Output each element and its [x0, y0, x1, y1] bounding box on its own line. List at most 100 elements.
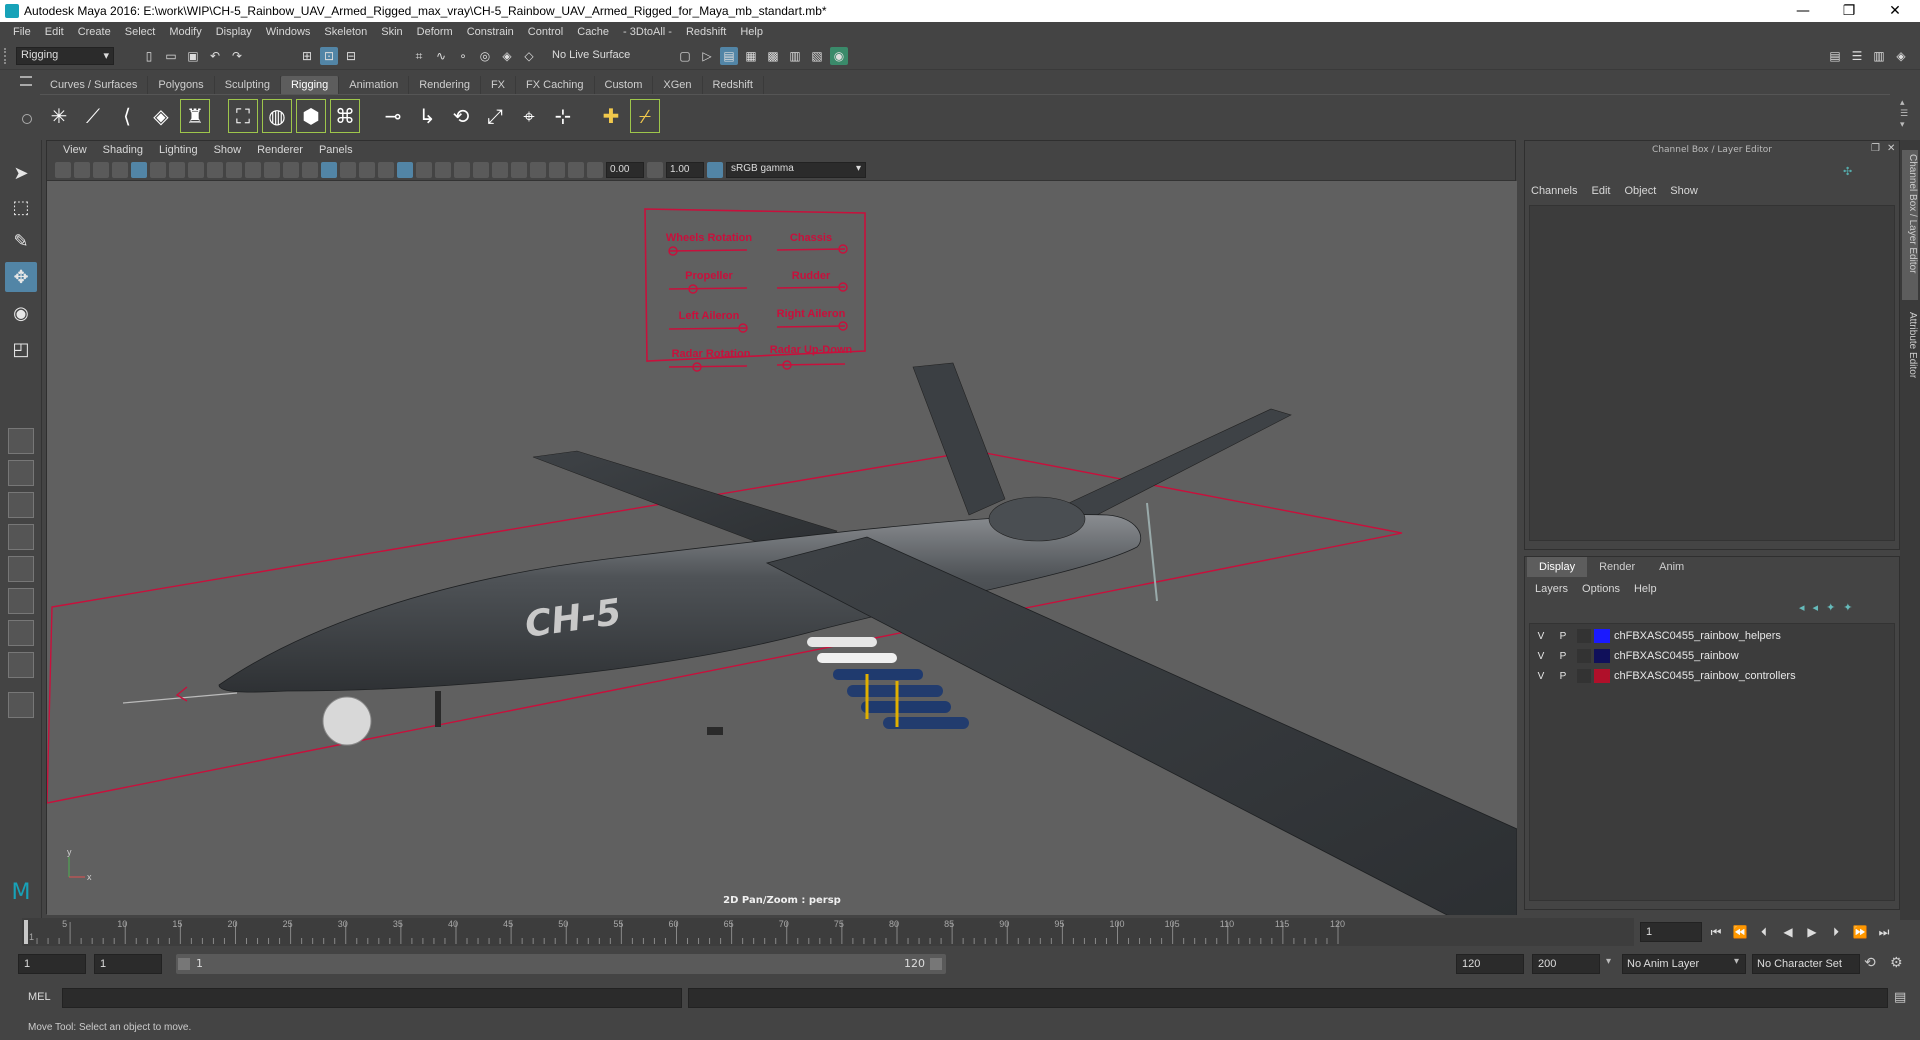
- status-line-grip[interactable]: [4, 48, 14, 64]
- shelf-settings-icon[interactable]: [22, 114, 32, 124]
- chevron-down-icon[interactable]: ▾: [1606, 956, 1611, 967]
- menu-redshift[interactable]: Redshift: [679, 26, 733, 38]
- time-slider[interactable]: 1 5 10 15 20 25 30 35 40 45 50 55 60 65 70 75 80 85 90 95 1…: [22, 918, 1634, 946]
- redo-icon[interactable]: ↷: [228, 47, 246, 65]
- gamma-icon[interactable]: [647, 161, 663, 178]
- viewport-menu-lighting[interactable]: Lighting: [151, 144, 206, 156]
- close-panel-icon[interactable]: ✕: [1887, 143, 1895, 154]
- tab-channel-box-layer-editor[interactable]: Channel Box / Layer Editor: [1902, 150, 1918, 300]
- character-set-dropdown[interactable]: No Character Set: [1752, 954, 1860, 974]
- modeling-toolkit-icon[interactable]: ▤: [1826, 47, 1844, 65]
- tab-curves-surfaces[interactable]: Curves / Surfaces: [40, 76, 149, 94]
- point-constraint-icon[interactable]: ⊸: [378, 99, 408, 133]
- animation-preferences-icon[interactable]: ⚙: [1890, 955, 1903, 971]
- tool-settings-icon[interactable]: ▥: [1870, 47, 1888, 65]
- single-perspective-layout-icon[interactable]: [8, 428, 34, 454]
- restore-button[interactable]: ❐: [1826, 0, 1872, 22]
- tab-sculpting[interactable]: Sculpting: [215, 76, 281, 94]
- bind-skin-icon[interactable]: ⛶: [228, 98, 258, 133]
- new-scene-icon[interactable]: ▯: [140, 47, 158, 65]
- select-camera-icon[interactable]: [55, 161, 71, 178]
- persp-graph-layout-icon[interactable]: [8, 524, 34, 550]
- create-joints-icon[interactable]: ✳: [44, 99, 74, 133]
- layer-visibility-toggle[interactable]: V: [1530, 671, 1552, 682]
- menu-constrain[interactable]: Constrain: [460, 26, 521, 38]
- isolate-select-icon[interactable]: [530, 161, 546, 178]
- layer-menu-help[interactable]: Help: [1634, 583, 1657, 595]
- nose-control-arrow[interactable]: [175, 686, 188, 702]
- resolution-gate-icon[interactable]: [207, 161, 223, 178]
- move-tool-icon[interactable]: ✥: [5, 262, 37, 292]
- layer-playback-toggle[interactable]: P: [1552, 651, 1574, 662]
- smooth-shade-icon[interactable]: [321, 161, 337, 178]
- render-current-icon[interactable]: ▩: [764, 47, 782, 65]
- ipr-render-icon[interactable]: ▥: [786, 47, 804, 65]
- tab-redshift[interactable]: Redshift: [703, 76, 764, 94]
- step-back-key-icon[interactable]: ⏪: [1730, 922, 1750, 942]
- new-layer-icon[interactable]: ✦: [1843, 601, 1852, 614]
- range-slider-bar[interactable]: 1 120: [176, 954, 946, 974]
- menu-set-dropdown[interactable]: Rigging ▾: [16, 47, 114, 65]
- layer-visibility-toggle[interactable]: V: [1530, 631, 1552, 642]
- open-scene-icon[interactable]: ▭: [162, 47, 180, 65]
- menu-file[interactable]: File: [6, 26, 38, 38]
- layout-options-icon[interactable]: [8, 692, 34, 718]
- parent-constraint-icon[interactable]: ⌖: [514, 99, 544, 133]
- ik-spline-icon[interactable]: ⟨: [112, 99, 142, 133]
- tab-display[interactable]: Display: [1527, 557, 1588, 577]
- pan-zoom-icon[interactable]: [131, 161, 147, 178]
- smooth-bind-icon[interactable]: ◍: [262, 98, 292, 133]
- select-object-icon[interactable]: ⊡: [320, 47, 338, 65]
- uav-right-wing[interactable]: [765, 536, 1517, 915]
- shadows-icon[interactable]: [435, 161, 451, 178]
- layer-color-swatch[interactable]: [1594, 629, 1610, 643]
- layer-menu-options[interactable]: Options: [1582, 583, 1620, 595]
- insert-joint-icon[interactable]: ◈: [146, 99, 176, 133]
- channel-box-options-icon[interactable]: ✣: [1843, 165, 1852, 178]
- gate-mask-icon[interactable]: [226, 161, 242, 178]
- tab-xgen[interactable]: XGen: [653, 76, 703, 94]
- viewport-menu-renderer[interactable]: Renderer: [249, 144, 311, 156]
- command-input[interactable]: [62, 988, 682, 1008]
- close-button[interactable]: ✕: [1872, 0, 1918, 22]
- menu-edit[interactable]: Edit: [38, 26, 71, 38]
- cluster-icon[interactable]: ⌘: [330, 98, 360, 133]
- default-material-icon[interactable]: [340, 161, 356, 178]
- minimize-button[interactable]: —: [1780, 0, 1826, 22]
- motion-blur-icon[interactable]: [473, 161, 489, 178]
- time-slider-track[interactable]: 1 5 10 15 20 25 30 35 40 45 50 55 60 65 70 75 80 85 90 95 1…: [22, 918, 1634, 946]
- scale-tool-icon[interactable]: ◰: [5, 334, 37, 364]
- select-hierarchy-icon[interactable]: ⊞: [298, 47, 316, 65]
- menu-help[interactable]: Help: [733, 26, 770, 38]
- four-view-layout-icon[interactable]: [8, 460, 34, 486]
- depth-of-field-icon[interactable]: [511, 161, 527, 178]
- tab-rendering[interactable]: Rendering: [409, 76, 481, 94]
- set-driven-key-icon[interactable]: ⌿: [630, 98, 660, 133]
- rotate-tool-icon[interactable]: ◉: [5, 298, 37, 328]
- view-transform-dropdown[interactable]: sRGB gamma ▾: [726, 161, 866, 178]
- play-forward-icon[interactable]: ▶: [1802, 922, 1822, 942]
- animation-start-field[interactable]: [18, 954, 86, 974]
- step-forward-frame-icon[interactable]: ⏵: [1826, 922, 1846, 942]
- construction-history-icon[interactable]: ▤: [720, 47, 738, 65]
- quick-rig-icon[interactable]: ♜: [180, 98, 210, 133]
- tab-fx[interactable]: FX: [481, 76, 517, 94]
- channel-box-body[interactable]: [1529, 205, 1895, 541]
- current-frame-field[interactable]: [1640, 922, 1702, 942]
- command-language-toggle[interactable]: MEL: [28, 991, 51, 1003]
- wireframe-icon[interactable]: [302, 161, 318, 178]
- tab-attribute-editor[interactable]: Attribute Editor: [1902, 308, 1918, 408]
- layer-playback-toggle[interactable]: P: [1552, 671, 1574, 682]
- exposure-field[interactable]: [606, 161, 644, 178]
- script-editor-icon[interactable]: ▤: [1894, 990, 1906, 1005]
- layer-display-type[interactable]: [1577, 649, 1591, 663]
- uav-engine-nacelle[interactable]: [988, 496, 1086, 542]
- output-ops-icon[interactable]: ▷: [698, 47, 716, 65]
- ik-handle-icon[interactable]: ⟋: [78, 99, 108, 133]
- snap-surface-icon[interactable]: ◈: [498, 47, 516, 65]
- viewport-3d-scene[interactable]: Wheels Rotation Chassis Propeller Rudder…: [47, 181, 1517, 915]
- textured-icon[interactable]: [397, 161, 413, 178]
- undo-icon[interactable]: ↶: [206, 47, 224, 65]
- layer-color-swatch[interactable]: [1594, 669, 1610, 683]
- save-scene-icon[interactable]: ▣: [184, 47, 202, 65]
